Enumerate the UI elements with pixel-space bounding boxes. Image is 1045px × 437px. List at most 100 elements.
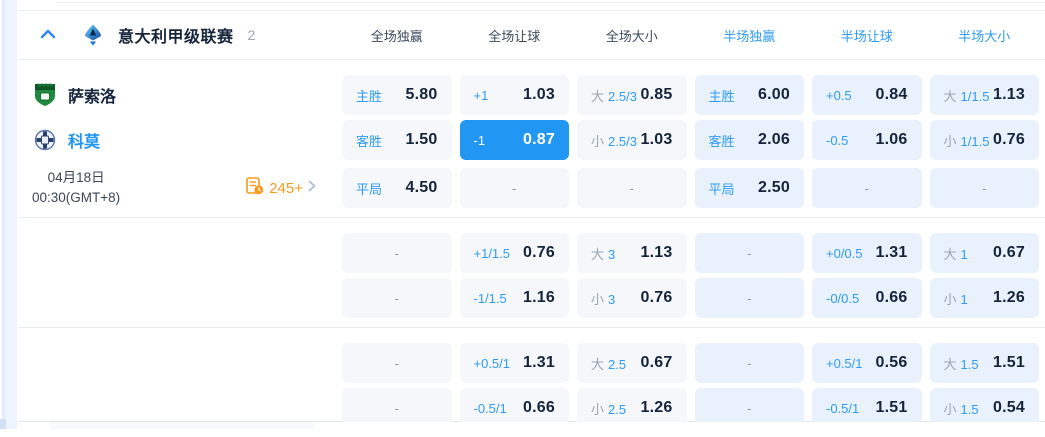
column-header-full-overunder: 全场大小 [605, 28, 658, 44]
odds-label: -1 [473, 132, 486, 148]
empty-odds-cell: - [342, 343, 452, 383]
odds-cell[interactable]: -0/0.5 0.66 [812, 278, 922, 318]
odds-cell[interactable]: +1/1.5 0.76 [459, 233, 569, 273]
overunder-line: 2.5 [608, 356, 627, 372]
away-team-name: 科莫 [68, 134, 101, 151]
odds-value: 1.51 [875, 399, 908, 416]
empty-odds-cell: - [459, 168, 569, 208]
empty-odds-cell: - [577, 168, 687, 208]
odds-value: 0.66 [875, 289, 908, 306]
overunder-label: 大3 [591, 244, 615, 263]
odds-group-main: 萨索洛 主胜 5.80 +1 1.03 大 2.5/3 0.85 主胜 6.00 +0.5 0.84… [18, 60, 1045, 218]
overunder-side: 大 [591, 88, 605, 104]
odds-value: 0.66 [523, 399, 555, 416]
odds-cell[interactable]: 大 1.5 1.51 [929, 343, 1039, 383]
no-odds-dash: - [394, 355, 399, 371]
odds-label: -0/0.5 [826, 290, 860, 306]
overunder-side: 大 [943, 88, 957, 104]
overunder-line: 1/1.5 [960, 133, 990, 149]
odds-cell[interactable]: 小 1/1.5 0.76 [929, 120, 1039, 160]
no-odds-dash: - [394, 245, 399, 261]
odds-value: 1.26 [993, 289, 1025, 306]
overunder-label: 大 1.5 [944, 354, 979, 373]
odds-cell[interactable]: 主胜 5.80 [342, 75, 452, 115]
odds-value: 0.84 [875, 86, 908, 103]
odds-value: 0.76 [523, 244, 555, 261]
no-odds-dash: - [394, 400, 399, 416]
overunder-label: 小 2.5 [591, 399, 626, 418]
odds-cell[interactable]: 大 2.5/3 0.85 [577, 75, 687, 115]
page-left-strip [0, 0, 17, 429]
overunder-label: 大 2.5 [591, 354, 626, 373]
odds-value: 0.67 [993, 244, 1025, 261]
league-head: 意大利甲级联赛 2 [18, 11, 334, 59]
odds-value: 1.16 [523, 289, 555, 306]
overunder-line: 1.5 [960, 401, 979, 417]
odds-cell[interactable]: 客胜 2.06 [694, 120, 804, 160]
odds-cell[interactable]: -1/1.5 1.16 [459, 278, 569, 318]
odds-cell[interactable]: +0.5/1 0.56 [812, 343, 922, 383]
overunder-line: 3 [608, 291, 616, 307]
no-odds-dash: - [747, 245, 752, 261]
match-info-cell: 04月18日 00:30(GMT+8) 245+ [18, 168, 334, 208]
odds-cell[interactable]: 大 1/1.5 1.13 [929, 75, 1039, 115]
odds-cell[interactable]: 平局 2.50 [694, 168, 804, 208]
overunder-label: 小 1.5 [944, 399, 979, 418]
overunder-label: 小 2.5/3 [591, 131, 637, 150]
empty-odds-cell: - [929, 168, 1039, 208]
odds-value: 1.13 [993, 86, 1025, 103]
odds-cell[interactable]: +0/0.5 1.31 [812, 233, 922, 273]
odds-value: 0.56 [875, 354, 908, 371]
odds-value: 0.67 [640, 354, 673, 371]
odds-label: 平局 [356, 181, 383, 197]
next-card-tint [50, 422, 315, 429]
left-strip-notch [0, 419, 6, 429]
overunder-side: 小 [943, 401, 957, 417]
odds-cell[interactable]: -1 0.87 [459, 120, 569, 160]
odds-cell[interactable]: 小 1 1.26 [929, 278, 1039, 318]
odds-row-home: 萨索洛 主胜 5.80 +1 1.03 大 2.5/3 0.85 主胜 6.00 +0.5 0.84… [18, 75, 1045, 115]
odds-label: 平局 [708, 181, 735, 197]
markets-count: 245+ [269, 179, 303, 197]
odds-cell[interactable]: +0.5 0.84 [812, 75, 922, 115]
overunder-label: 大 2.5/3 [591, 86, 637, 105]
odds-value: 1.51 [993, 354, 1025, 371]
odds-cell[interactable]: +0.5/1 1.31 [459, 343, 569, 383]
empty-odds-cell: - [812, 168, 922, 208]
overunder-side: 大 [943, 246, 957, 262]
odds-row: - -1/1.5 1.16 小 3 0.76- -0/0.5 0.66 小 1 1.26 [18, 278, 1045, 318]
no-odds-dash: - [864, 180, 869, 196]
odds-label: +0/0.5 [826, 245, 863, 261]
odds-cell[interactable]: 客胜 1.50 [342, 120, 452, 160]
odds-value: 0.87 [523, 131, 555, 148]
no-odds-dash: - [394, 290, 399, 306]
team-row-home[interactable]: 萨索洛 [18, 75, 334, 115]
odds-value: 1.06 [875, 131, 908, 148]
odds-cell[interactable]: 大 3 1.13 [577, 233, 687, 273]
odds-value: 0.76 [640, 289, 673, 306]
odds-value: 1.03 [523, 86, 555, 103]
odds-cell[interactable]: 大 1 0.67 [929, 233, 1039, 273]
odds-value: 1.50 [405, 131, 438, 148]
odds-value: 0.76 [993, 131, 1025, 148]
league-odds-card: 意大利甲级联赛 2 全场独赢 全场让球 全场大小 半场独赢 半场让球 半场大小 … [18, 10, 1045, 428]
odds-cell[interactable]: +1 1.03 [459, 75, 569, 115]
odds-cell[interactable]: 大 2.5 0.67 [577, 343, 687, 383]
overunder-line: 2.5/3 [608, 88, 637, 104]
odds-cell[interactable]: 平局 4.50 [342, 168, 452, 208]
overunder-line: 3 [608, 246, 616, 262]
odds-cell[interactable]: 主胜 6.00 [694, 75, 804, 115]
next-card-top [18, 422, 1045, 429]
overunder-side: 大 [591, 356, 605, 372]
collapse-button[interactable] [30, 18, 66, 52]
team-row-away[interactable]: 科莫 [18, 120, 334, 160]
odds-cell[interactable]: 小 3 0.76 [577, 278, 687, 318]
odds-value: 1.31 [523, 354, 555, 371]
odds-label: -0.5/1 [473, 400, 507, 416]
odds-cell[interactable]: 小 2.5/3 1.03 [577, 120, 687, 160]
odds-label: +1/1.5 [473, 245, 511, 261]
empty-odds-cell: - [694, 233, 804, 273]
odds-cell[interactable]: -0.5 1.06 [812, 120, 922, 160]
more-markets-link[interactable]: 245+ [246, 176, 316, 200]
odds-value: 4.50 [405, 179, 438, 196]
